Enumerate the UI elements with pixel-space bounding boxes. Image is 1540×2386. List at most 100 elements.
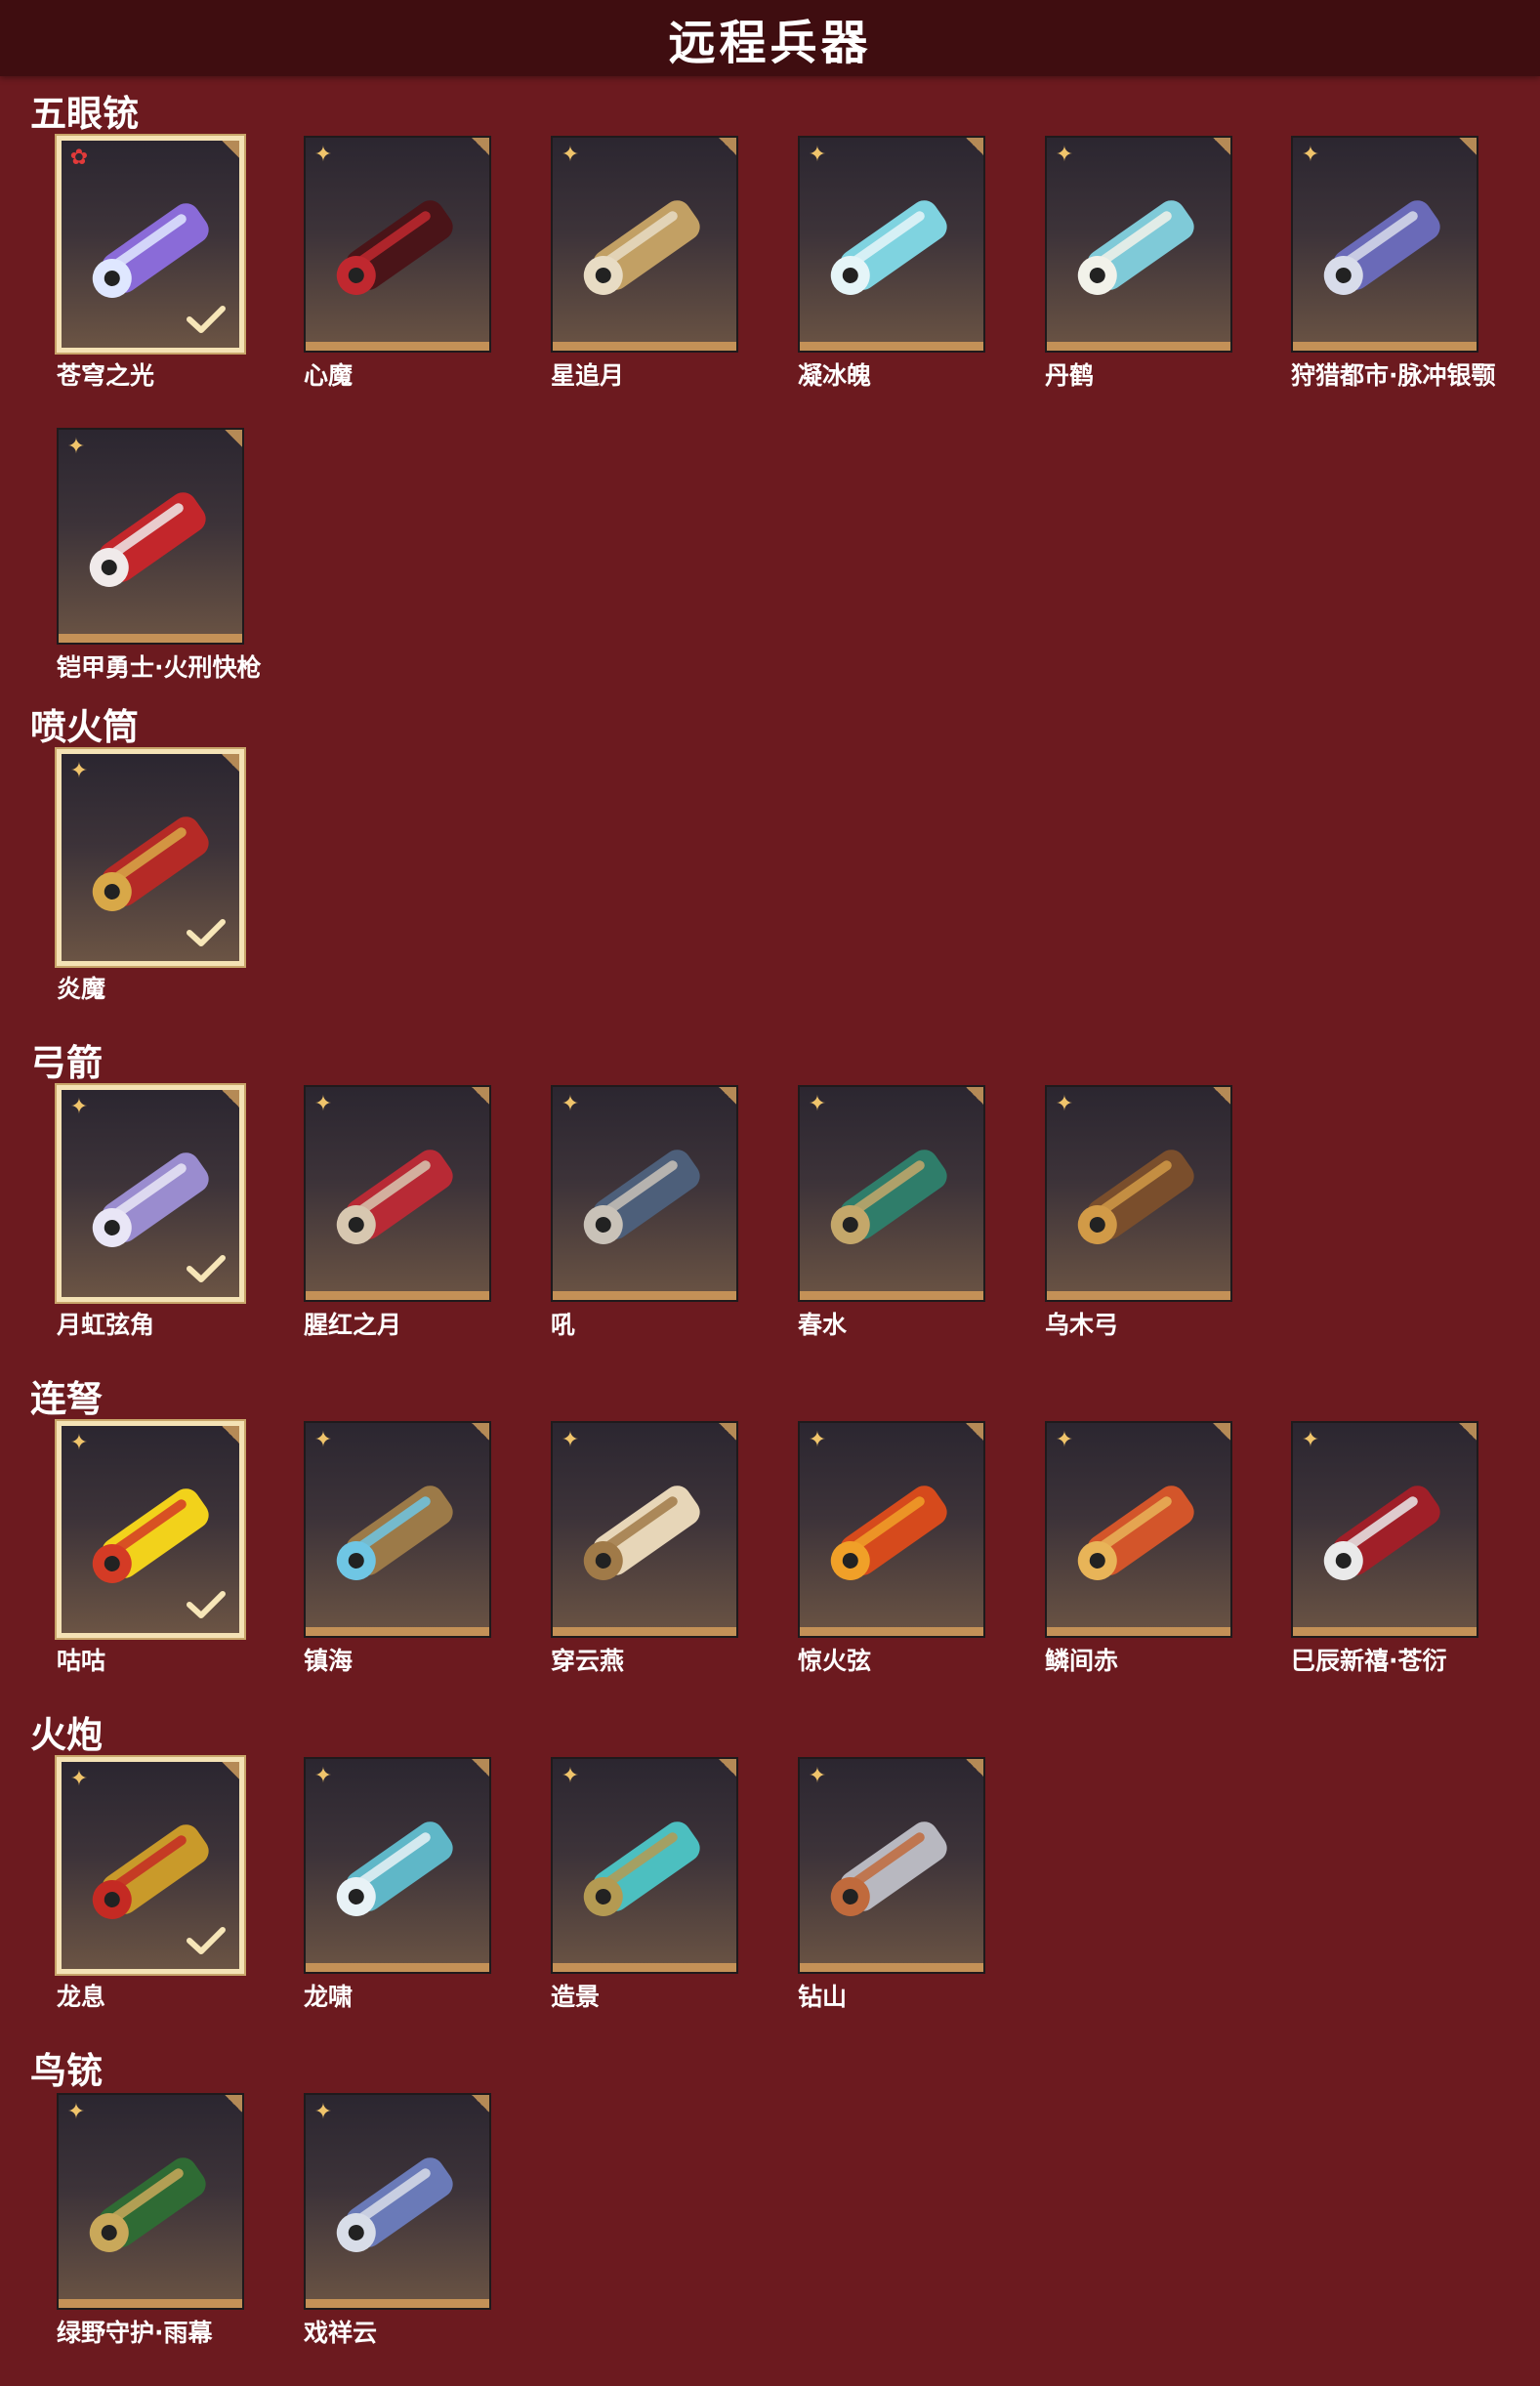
selected-check-icon — [187, 306, 226, 333]
weapon-card[interactable]: ✦ 丹鹤 — [1045, 136, 1232, 429]
clover-badge-icon: ✦ — [313, 2100, 333, 2124]
weapon-card[interactable]: ✦ 咕咕 — [57, 1421, 244, 1714]
weapon-card[interactable]: ✦ 造景 — [551, 1757, 738, 2050]
red-armor-gatling-icon — [89, 492, 206, 587]
weapon-thumbnail[interactable]: ✦ — [1045, 1421, 1232, 1638]
weapon-thumbnail[interactable]: ✦ — [304, 1085, 491, 1302]
section-title: 五眼铳 — [30, 93, 139, 135]
weapon-card[interactable]: ✦ 春水 — [798, 1085, 985, 1378]
weapon-thumbnail[interactable]: ✦ — [57, 1757, 244, 1974]
corner-tab-icon — [964, 1087, 983, 1107]
clover-badge-icon: ✦ — [561, 1092, 580, 1116]
weapon-card[interactable]: ✦ 铠甲勇士·火刑快枪 — [57, 428, 262, 721]
weapon-thumbnail[interactable]: ✦ — [57, 749, 244, 966]
weapon-thumbnail[interactable]: ✿ — [57, 136, 244, 353]
crane-quad-barrel-gun-icon — [1077, 200, 1194, 295]
weapon-thumbnail[interactable]: ✦ — [798, 1421, 985, 1638]
weapon-card[interactable]: ✦ 惊火弦 — [798, 1421, 985, 1714]
weapon-thumbnail[interactable]: ✦ — [57, 428, 244, 645]
corner-tab-icon — [470, 1423, 489, 1443]
corner-tab-icon — [220, 754, 239, 774]
corner-tab-icon — [220, 1090, 239, 1109]
weapon-card[interactable]: ✦ 戏祥云 — [304, 2093, 491, 2386]
weapon-thumbnail[interactable]: ✦ — [1045, 136, 1232, 353]
weapon-card[interactable]: ✦ 炎魔 — [57, 749, 244, 1042]
weapon-thumbnail[interactable]: ✦ — [551, 1085, 738, 1302]
weapon-name: 铠甲勇士·火刑快枪 — [57, 653, 262, 682]
green-guardian-musket-icon — [89, 2157, 206, 2252]
corner-tab-icon — [470, 138, 489, 157]
weapon-card[interactable]: ✦ 月虹弦角 — [57, 1085, 244, 1378]
weapon-card[interactable]: ✦ 穿云燕 — [551, 1421, 738, 1714]
corner-tab-icon — [220, 141, 239, 160]
weapon-card[interactable]: ✦ 钻山 — [798, 1757, 985, 2050]
rubber-chicken-crossbow-icon — [92, 1488, 209, 1583]
weapon-name: 咕咕 — [57, 1647, 106, 1675]
weapon-name: 苍穹之光 — [57, 361, 155, 390]
weapon-thumbnail[interactable]: ✦ — [57, 1421, 244, 1638]
weapon-card[interactable]: ✦ 绿野守护·雨幕 — [57, 2093, 244, 2386]
section-title: 喷火筒 — [30, 706, 139, 748]
auspicious-cloud-musket-icon — [336, 2157, 453, 2252]
weapon-name: 龙啸 — [304, 1983, 354, 2011]
weapon-card[interactable]: ✿ 苍穹之光 — [57, 136, 244, 429]
weapon-thumbnail[interactable]: ✦ — [551, 136, 738, 353]
weapon-thumbnail[interactable]: ✦ — [551, 1421, 738, 1638]
clover-badge-icon: ✦ — [313, 1764, 333, 1788]
weapon-thumbnail[interactable]: ✦ — [551, 1757, 738, 1974]
weapon-card[interactable]: ✦ 镇海 — [304, 1421, 491, 1714]
clover-badge-icon: ✦ — [66, 435, 86, 459]
section-title: 连弩 — [30, 1378, 103, 1420]
weapon-name: 镇海 — [304, 1647, 354, 1675]
weapon-thumbnail[interactable]: ✦ — [304, 1757, 491, 1974]
weapon-card[interactable]: ✦ 腥红之月 — [304, 1085, 491, 1378]
page-header: 远程兵器 — [0, 0, 1540, 76]
weapon-thumbnail[interactable]: ✦ — [798, 1757, 985, 1974]
weapon-thumbnail[interactable]: ✦ — [57, 2093, 244, 2310]
weapon-card[interactable]: ✦ 鳞间赤 — [1045, 1421, 1232, 1714]
weapon-name: 狩猎都市·脉冲银颚 — [1291, 361, 1496, 390]
weapon-card[interactable]: ✦ 巳辰新禧·苍衍 — [1291, 1421, 1478, 1714]
weapon-thumbnail[interactable]: ✦ — [798, 1085, 985, 1302]
corner-tab-icon — [220, 1762, 239, 1781]
violet-quad-barrel-gun-icon — [92, 203, 209, 298]
weapon-card[interactable]: ✦ 龙息 — [57, 1757, 244, 2050]
weapon-card[interactable]: ✦ 心魔 — [304, 136, 491, 429]
weapon-card[interactable]: ✦ 乌木弓 — [1045, 1085, 1232, 1378]
weapon-thumbnail[interactable]: ✦ — [1291, 136, 1478, 353]
weapon-card[interactable]: ✦ 狩猎都市·脉冲银颚 — [1291, 136, 1496, 429]
weapon-card[interactable]: ✦ 星追月 — [551, 136, 738, 429]
clover-badge-icon: ✦ — [1301, 143, 1320, 167]
silver-jaw-pulse-gun-icon — [1323, 200, 1440, 295]
weapon-thumbnail[interactable]: ✦ — [798, 136, 985, 353]
weapon-thumbnail[interactable]: ✦ — [1045, 1085, 1232, 1302]
crimson-moon-bow-icon — [336, 1150, 453, 1244]
clover-badge-icon: ✦ — [66, 2100, 86, 2124]
corner-tab-icon — [717, 1759, 736, 1779]
weapon-thumbnail[interactable]: ✦ — [304, 1421, 491, 1638]
weapon-thumbnail[interactable]: ✦ — [304, 136, 491, 353]
weapon-thumbnail[interactable]: ✦ — [1291, 1421, 1478, 1638]
jade-spring-bow-icon — [830, 1150, 947, 1244]
corner-tab-icon — [1211, 1423, 1230, 1443]
corner-tab-icon — [470, 1087, 489, 1107]
clover-badge-icon: ✦ — [1055, 1092, 1074, 1116]
weapon-name: 凝冰魄 — [798, 361, 872, 390]
selected-check-icon — [187, 1255, 226, 1282]
clover-badge-icon: ✦ — [313, 1428, 333, 1452]
flame-demon-cannon-icon — [92, 816, 209, 911]
corner-tab-icon — [223, 430, 242, 449]
weapon-thumbnail[interactable]: ✦ — [304, 2093, 491, 2310]
weapon-name: 月虹弦角 — [57, 1311, 155, 1339]
weapon-name: 惊火弦 — [798, 1647, 872, 1675]
clover-badge-icon: ✦ — [1055, 143, 1074, 167]
clover-badge-icon: ✦ — [808, 1764, 827, 1788]
corner-tab-icon — [964, 138, 983, 157]
weapon-card[interactable]: ✦ 龙啸 — [304, 1757, 491, 2050]
section-title: 弓箭 — [30, 1042, 103, 1084]
weapon-card[interactable]: ✦ 吼 — [551, 1085, 738, 1378]
azure-dragon-cannon-icon — [336, 1821, 453, 1916]
weapon-card[interactable]: ✦ 凝冰魄 — [798, 136, 985, 429]
clover-badge-icon: ✦ — [313, 1092, 333, 1116]
weapon-thumbnail[interactable]: ✦ — [57, 1085, 244, 1302]
